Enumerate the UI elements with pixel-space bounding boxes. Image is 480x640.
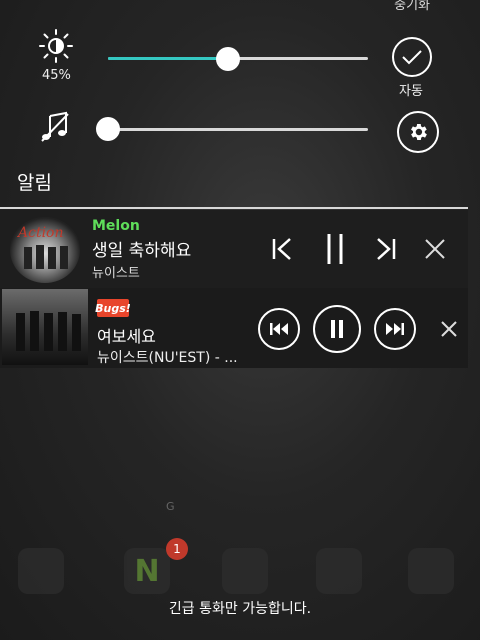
check-icon [402, 50, 422, 65]
top-partial-label: 중기화 [394, 0, 430, 13]
next-icon [386, 323, 404, 335]
gear-icon [411, 124, 427, 140]
close-button[interactable] [424, 238, 446, 260]
emergency-calls-only: 긴급 통화만 가능합니다. [168, 601, 312, 617]
bugs-track-artist: 뉴이스트(NU'EST) - ... [97, 350, 238, 366]
volume-slider[interactable] [106, 128, 368, 131]
close-icon [425, 239, 445, 259]
app-icon[interactable] [316, 548, 362, 594]
app-icon[interactable] [222, 548, 268, 594]
pause-icon [327, 234, 343, 264]
app-icon[interactable] [408, 548, 454, 594]
volume-slider-thumb[interactable] [96, 117, 120, 141]
bugs-track-title: 여보세요 [97, 327, 156, 346]
notification-badge: 1 [166, 538, 188, 560]
album-art [2, 289, 88, 365]
settings-button[interactable] [397, 111, 439, 153]
next-icon [377, 238, 396, 260]
brightness-icon [38, 28, 74, 64]
previous-icon [272, 238, 291, 260]
auto-brightness-button[interactable] [392, 37, 432, 77]
melon-track-title: 생일 축하해요 [92, 241, 192, 261]
previous-button[interactable] [270, 236, 296, 262]
app-icon[interactable] [18, 548, 64, 594]
album-art: Action [10, 217, 80, 283]
melon-track-artist: 뉴이스트 [92, 266, 140, 281]
brightness-slider-thumb[interactable] [216, 47, 240, 71]
notifications-title: 알림 [17, 172, 52, 194]
brightness-percent: 45% [42, 68, 71, 83]
pause-button[interactable] [322, 232, 348, 266]
pause-button[interactable] [313, 305, 361, 353]
melon-app-label: Melon [92, 218, 140, 234]
brightness-slider-fill [108, 57, 226, 60]
auto-label: 자동 [399, 84, 423, 99]
previous-button[interactable] [258, 308, 300, 350]
music-note-icon [38, 110, 72, 144]
watermark-letter: G [166, 500, 175, 513]
pause-icon [331, 320, 343, 338]
previous-icon [270, 323, 288, 335]
next-button[interactable] [372, 236, 398, 262]
app-icon-n[interactable]: N [124, 548, 170, 594]
svg-text:Action: Action [16, 225, 64, 241]
bugs-app-logo: Bugs! [95, 299, 131, 317]
close-icon [441, 321, 457, 337]
next-button[interactable] [374, 308, 416, 350]
divider [0, 207, 468, 209]
close-button[interactable] [440, 320, 458, 338]
